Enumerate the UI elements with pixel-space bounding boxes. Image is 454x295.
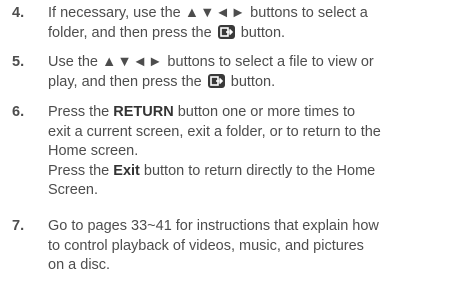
step-line: Screen. — [48, 182, 98, 198]
step-text: Press the RETURN button one or more time… — [48, 103, 448, 201]
step-line: Press the Exit button to return directly… — [48, 162, 376, 179]
step-text: If necessary, use the ▲▼◄► buttons to se… — [48, 4, 448, 43]
arrow-buttons-icon: ▲▼◄► — [184, 5, 247, 21]
enter-icon — [217, 24, 235, 39]
step-line: Use the ▲▼◄► buttons to select a file to… — [48, 54, 374, 70]
step-number: 6. — [12, 104, 25, 120]
step-number: 7. — [12, 218, 25, 234]
arrow-buttons-icon: ▲▼◄► — [102, 54, 164, 70]
instruction-steps: 4. If necessary, use the ▲▼◄► buttons to… — [0, 0, 454, 295]
step-line: Press the RETURN button one or more time… — [48, 104, 356, 120]
step-number: 5. — [12, 54, 25, 70]
step-number: 4. — [12, 5, 25, 21]
exit-button-name: Exit — [113, 162, 140, 179]
step-text: Use the ▲▼◄► buttons to select a file to… — [48, 53, 448, 92]
enter-icon — [207, 73, 225, 88]
step-line: on a disc. — [48, 257, 111, 273]
step-line: If necessary, use the ▲▼◄► buttons to se… — [48, 5, 368, 21]
step-line: folder, and then press the button. — [48, 24, 286, 41]
step-text: Go to pages 33~41 for instructions that … — [48, 217, 448, 276]
step-line: Home screen. — [48, 143, 139, 159]
step-line: exit a current screen, exit a folder, or… — [48, 123, 381, 140]
step-line: play, and then press the button. — [48, 73, 276, 90]
step-line: Go to pages 33~41 for instructions that … — [48, 218, 379, 234]
step-line: to control playback of videos, music, an… — [48, 237, 364, 254]
return-button-name: RETURN — [113, 104, 174, 120]
